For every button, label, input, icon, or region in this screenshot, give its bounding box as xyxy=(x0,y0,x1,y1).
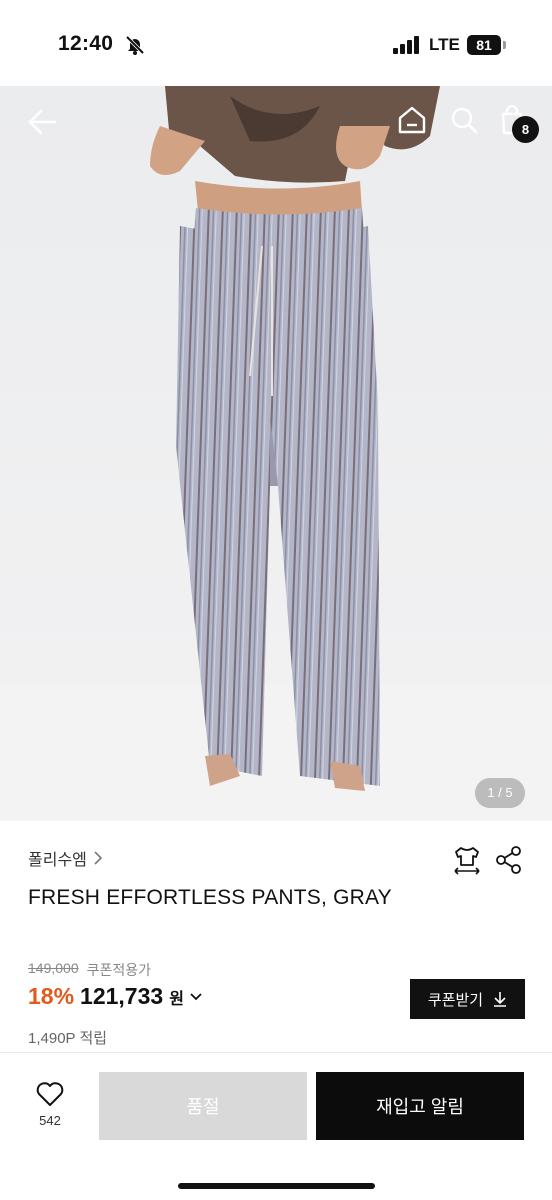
bell-slash-icon xyxy=(125,35,145,55)
discount-rate: 18% xyxy=(28,983,75,1009)
like-button[interactable]: 542 xyxy=(28,1081,72,1137)
size-guide-icon[interactable] xyxy=(452,845,482,875)
like-count: 542 xyxy=(39,1113,61,1128)
coupon-download-button[interactable]: 쿠폰받기 xyxy=(410,979,525,1019)
original-price-row: 149,000 쿠폰적용가 xyxy=(28,960,151,980)
coupon-price-label: 쿠폰적용가 xyxy=(86,962,152,978)
coupon-button-label: 쿠폰받기 xyxy=(427,991,484,1009)
soldout-button[interactable]: 품절 xyxy=(99,1072,307,1140)
brand-name: 폴리수엠 xyxy=(28,852,87,869)
search-button[interactable] xyxy=(446,102,482,138)
product-image-gallery[interactable]: 8 1 / 5 xyxy=(0,86,552,821)
status-bar: 12:40 LTE 81 xyxy=(0,0,552,86)
back-button[interactable] xyxy=(22,102,62,142)
status-time: 12:40 xyxy=(58,32,114,55)
cart-count-badge: 8 xyxy=(512,116,539,143)
brand-link[interactable]: 폴리수엠 xyxy=(28,846,103,870)
battery-tip xyxy=(503,41,506,49)
battery-icon: 81 xyxy=(467,35,507,55)
restock-alert-button[interactable]: 재입고 알림 xyxy=(316,1072,524,1140)
home-indicator[interactable] xyxy=(178,1183,375,1189)
bottom-action-bar: 542 품절 재입고 알림 xyxy=(0,1052,552,1200)
download-icon xyxy=(494,992,507,1007)
product-title: FRESH EFFORTLESS PANTS, GRAY xyxy=(28,886,392,909)
image-page-indicator: 1 / 5 xyxy=(475,778,525,808)
price-row[interactable]: 18% 121,733 원 xyxy=(28,983,202,1010)
reward-points: 1,490P 적립 xyxy=(28,1030,108,1047)
signal-bars-icon xyxy=(393,36,419,54)
network-label: LTE xyxy=(429,35,460,54)
arrow-left-icon xyxy=(28,109,57,135)
home-icon xyxy=(398,106,426,134)
sale-price: 121,733 xyxy=(80,983,164,1009)
product-photo[interactable] xyxy=(0,86,552,821)
currency-label: 원 xyxy=(169,991,184,1008)
home-button[interactable] xyxy=(394,102,430,138)
battery-level: 81 xyxy=(467,35,501,55)
heart-icon xyxy=(36,1082,64,1106)
chevron-down-icon[interactable] xyxy=(190,992,202,1002)
original-price: 149,000 xyxy=(28,960,79,976)
share-icon[interactable] xyxy=(494,845,524,875)
search-icon xyxy=(451,107,478,134)
chevron-right-icon xyxy=(94,851,103,865)
